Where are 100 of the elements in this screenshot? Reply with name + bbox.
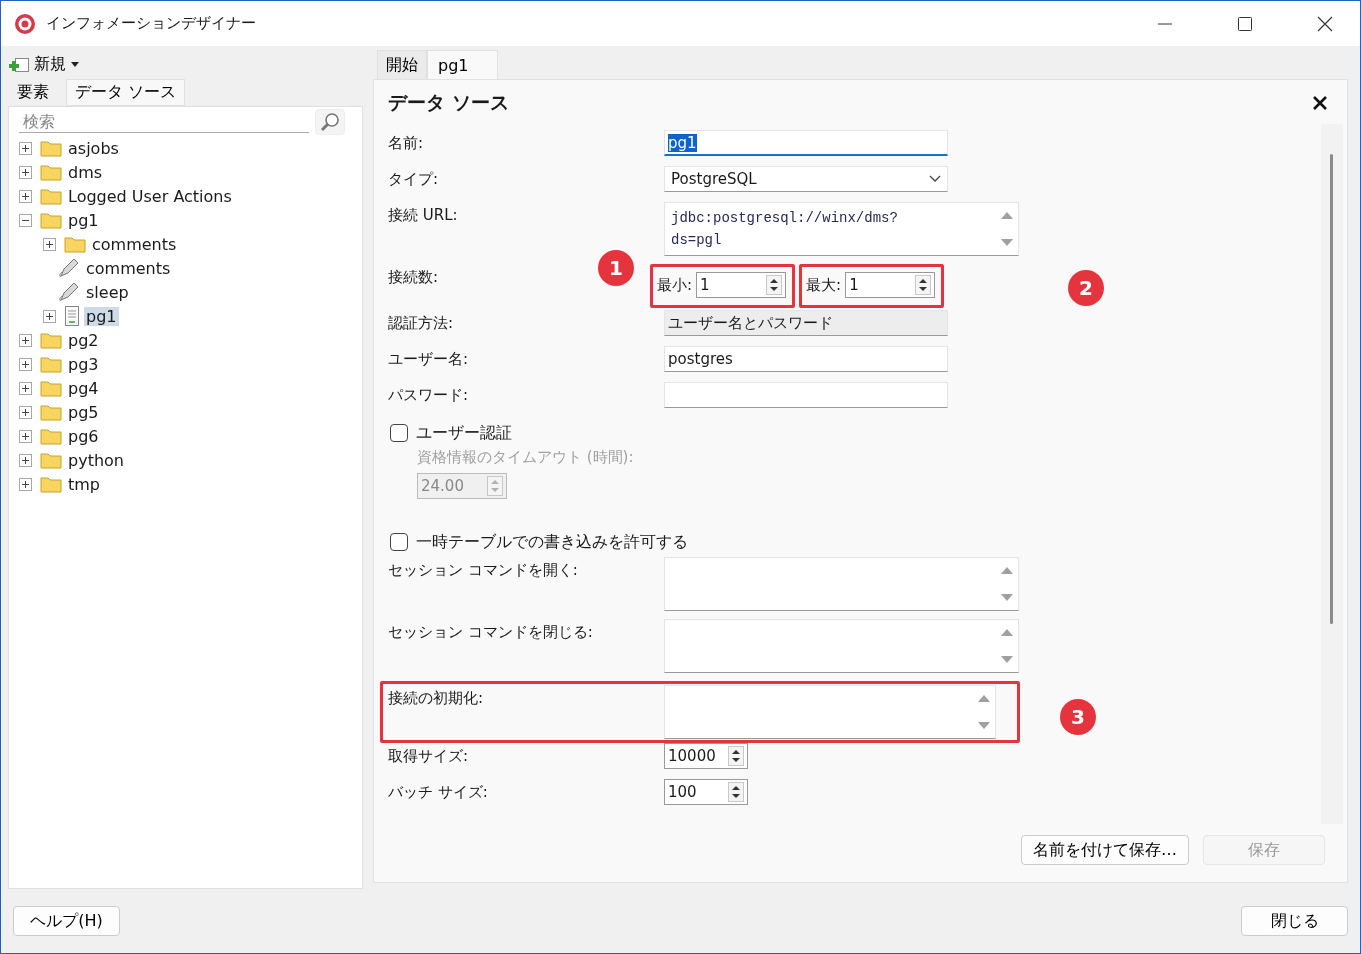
folder-icon (40, 475, 62, 493)
panel-title: データ ソース (388, 90, 509, 115)
editor-tab[interactable]: 開始 (377, 50, 427, 79)
max-label: 最大: (806, 275, 842, 295)
pen-icon (58, 257, 80, 279)
editor-tab[interactable]: pg1 (427, 50, 498, 79)
field-label: ユーザー名: (388, 349, 470, 369)
spinner-arrows-icon[interactable] (728, 782, 744, 802)
timeout-label: 資格情報のタイムアウト (時間): (417, 448, 635, 467)
text-area[interactable] (664, 685, 996, 739)
expand-icon[interactable] (19, 477, 32, 491)
spinner-arrows-icon[interactable] (915, 275, 932, 295)
min-label: 最小: (657, 275, 693, 295)
field-label: 認証方法: (388, 313, 455, 333)
folder-icon (40, 403, 62, 421)
min-spinner[interactable]: 1 (696, 272, 787, 298)
expand-icon[interactable] (19, 189, 32, 203)
callout-number: 2 (1068, 270, 1104, 306)
tree-item[interactable]: pg5 (66, 402, 101, 422)
search-field[interactable]: 検索 (19, 111, 309, 133)
field-label: セッション コマンドを閉じる: (388, 622, 594, 642)
document-icon (64, 306, 80, 326)
folder-icon (40, 451, 62, 469)
tree-item[interactable]: asjobs (66, 138, 121, 158)
field-label: パスワード: (388, 385, 470, 405)
close-icon[interactable] (1313, 96, 1327, 110)
folder-icon (40, 139, 62, 157)
expand-icon[interactable] (19, 453, 32, 467)
chevron-down-icon (929, 175, 941, 183)
max-spinner[interactable]: 1 (845, 272, 936, 298)
field-label: タイプ: (388, 169, 440, 189)
tree-item[interactable]: pg4 (66, 378, 101, 398)
expand-icon[interactable] (19, 141, 32, 155)
close-button[interactable]: 閉じる (1241, 906, 1348, 936)
tree-item[interactable]: pg1 (84, 306, 119, 326)
tree-item[interactable]: pg1 (66, 210, 101, 230)
add-document-icon (8, 56, 30, 73)
tree-item[interactable]: comments (84, 258, 173, 278)
field-label: 名前: (388, 133, 425, 153)
tree-item[interactable]: comments (90, 234, 179, 254)
tree-item[interactable]: pg3 (66, 354, 101, 374)
type-dropdown[interactable]: PostgreSQL (664, 166, 948, 192)
save-button[interactable]: 名前を付けて保存… (1021, 835, 1189, 865)
folder-icon (40, 163, 62, 181)
checkbox[interactable] (390, 424, 408, 442)
tree-item[interactable]: tmp (66, 474, 102, 494)
text-field[interactable]: pg1 (664, 130, 948, 156)
folder-icon (64, 235, 86, 253)
tree-item[interactable]: sleep (84, 282, 131, 302)
new-button[interactable]: 新規 (8, 50, 80, 79)
maximize-icon[interactable] (1237, 15, 1253, 32)
text-field[interactable]: postgres (664, 346, 948, 372)
app-logo-icon (14, 12, 36, 35)
spinner-arrows-icon[interactable] (728, 746, 744, 766)
field-label: 接続数: (388, 267, 439, 287)
timeout-spinner: 24.00 (417, 473, 507, 499)
number-spinner[interactable]: 100 (664, 779, 748, 805)
spinner-arrows-icon[interactable] (766, 275, 783, 295)
dropdown-arrow-icon (70, 61, 80, 68)
folder-icon (40, 331, 62, 349)
expand-icon[interactable] (43, 309, 56, 323)
help-button[interactable]: ヘルプ(H) (13, 906, 120, 936)
callout-number: 1 (598, 250, 634, 286)
field-label: 取得サイズ: (388, 746, 470, 766)
collapse-icon[interactable] (19, 213, 32, 227)
folder-icon (40, 211, 62, 229)
checkbox[interactable] (390, 533, 408, 551)
number-spinner[interactable]: 10000 (664, 743, 748, 769)
callout-number: 3 (1060, 699, 1096, 735)
field-label: セッション コマンドを開く: (388, 560, 579, 580)
expand-icon[interactable] (19, 333, 32, 347)
folder-icon (40, 355, 62, 373)
text-area[interactable] (664, 557, 1019, 611)
tree-item[interactable]: pg6 (66, 426, 101, 446)
tree-item[interactable]: Logged User Actions (66, 186, 234, 206)
expand-icon[interactable] (19, 165, 32, 179)
search-button[interactable] (315, 109, 345, 135)
window-title: インフォメーションデザイナー (46, 14, 256, 33)
checkbox-label: ユーザー認証 (416, 422, 512, 444)
checkbox-label: 一時テーブルでの書き込みを許可する (416, 531, 688, 553)
expand-icon[interactable] (19, 381, 32, 395)
tree-item[interactable]: dms (66, 162, 105, 182)
folder-icon (40, 427, 62, 445)
pen-icon (58, 281, 80, 303)
text-area[interactable] (664, 619, 1019, 673)
expand-icon[interactable] (19, 357, 32, 371)
field-label: バッチ サイズ: (388, 782, 489, 802)
folder-icon (40, 187, 62, 205)
close-icon[interactable] (1317, 15, 1333, 32)
tree-item[interactable]: pg2 (66, 330, 101, 350)
field-label: 接続の初期化: (388, 688, 485, 708)
sidebar-tab[interactable]: データ ソース (66, 79, 186, 106)
scrollbar[interactable] (1321, 124, 1343, 824)
tree-item[interactable]: python (66, 450, 126, 470)
text-area[interactable]: jdbc:postgresql://winx/dms?ds=pgl (664, 202, 1019, 256)
expand-icon[interactable] (19, 429, 32, 443)
expand-icon[interactable] (19, 405, 32, 419)
expand-icon[interactable] (43, 237, 56, 251)
folder-icon (40, 379, 62, 397)
text-field[interactable] (664, 382, 948, 408)
